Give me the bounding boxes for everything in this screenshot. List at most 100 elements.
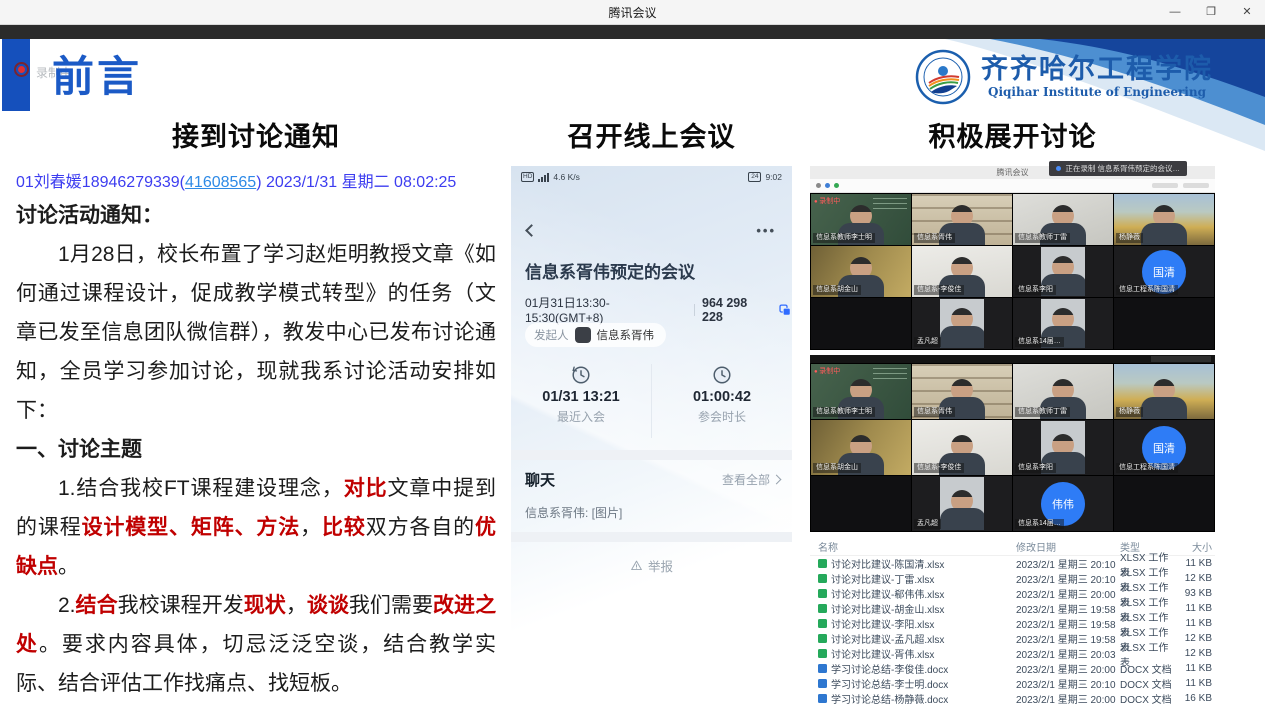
body-paragraph: 一、讨论主题 [16,430,496,469]
video-tile: 信息系李阳 [1013,420,1113,475]
file-name: 学习讨论总结-李俊佳.docx [831,661,948,676]
participant-name-label: 信息工程系陈国清 [1116,285,1178,295]
video-tile: 信息系胡金山 [811,246,911,297]
battery-icon: 24 [748,172,761,182]
participant-name-label: 信息工程系陈国清 [1116,463,1178,473]
notice-body: 讨论活动通知：1月28日，校长布置了学习赵炬明教授文章《如何通过课程设计，促成教… [16,196,496,703]
video-tile: 信息系胥伟 [912,364,1012,419]
mini-window-titlebar: 腾讯会议正在录制 信息系胥伟预定的会议… [810,166,1215,179]
text-segment: 1月28日，校长布置了学习赵炬明教授文章《如何通过课程设计，促成教学模式转型》的… [16,243,496,422]
hd-icon: HD [521,172,534,182]
chat-message: 信息系胥伟: [图片] [525,504,622,521]
participant-silhouette [940,490,984,530]
phone-clock: 9:02 [765,172,782,182]
video-grid: 录制中信息系教师李士明信息系胥伟信息系教师丁雷杨静薇信息系胡金山信息系-李俊佳信… [810,363,1215,532]
file-name-cell: 讨论对比建议-李阳.xlsx [810,616,1016,631]
file-name-cell: 学习讨论总结-杨静薇.docx [810,691,1016,706]
file-row[interactable]: 学习讨论总结-杨静薇.docx2023/2/1 星期三 20:00DOCX 文档… [810,691,1215,706]
participant-name-label: 孟凡超 [914,519,941,529]
participant-silhouette [940,308,984,348]
column1-heading: 接到讨论通知 [16,115,496,154]
text-segment: 我校课程开发 [118,594,244,617]
video-tile: 孟凡超 [912,298,1012,349]
network-speed: 4.6 K/s [553,172,579,182]
close-button[interactable]: ✕ [1239,0,1255,25]
video-tile [811,476,911,531]
column-header[interactable]: 名称 [810,539,1016,554]
file-name-cell: 讨论对比建议-丁雷.xlsx [810,571,1016,586]
report-button[interactable]: 举报 [511,556,792,575]
file-row[interactable]: 学习讨论总结-李士明.docx2023/2/1 星期三 20:10DOCX 文档… [810,676,1215,691]
more-menu-icon[interactable]: ••• [756,223,776,238]
text-segment: 比较 [322,516,366,539]
text-segment: 一、讨论主题 [16,438,142,461]
text-segment: ， [300,516,322,539]
participant-name-label: 杨静薇 [1116,407,1143,417]
column-header[interactable]: 大小 [1178,539,1212,554]
video-tile: 国清信息工程系陈国清 [1114,246,1214,297]
tile-recording-label: 录制中 [814,366,840,376]
minimize-button[interactable]: — [1167,0,1183,25]
body-paragraph: 2.结合我校课程开发现状，谈谈我们需要改进之处。要求内容具体，切忌泛泛空谈，结合… [16,586,496,703]
excel-file-icon [818,589,827,598]
video-tile [1114,476,1214,531]
toolbar-controls-hint [1152,183,1209,188]
video-tile: 杨静薇 [1114,364,1214,419]
window-titlebar: 腾讯会议 — ❐ ✕ [0,0,1265,25]
initiator-avatar [575,327,591,343]
message-meta: 01刘春媛18946279339(41608565) 2023/1/31 星期二… [16,168,496,192]
initiator-label: 发起人 [534,327,569,343]
file-size: 12 KB [1178,648,1212,659]
section-divider [511,532,792,542]
body-paragraph: 1月28日，校长布置了学习赵炬明教授文章《如何通过课程设计，促成教学模式转型》的… [16,235,496,430]
copy-icon[interactable] [778,303,792,317]
file-name: 讨论对比建议-陈国清.xlsx [831,556,944,571]
file-size: 16 KB [1178,693,1212,704]
text-segment: 。 [58,555,79,578]
participant-name-label: 信息系教师丁雷 [1015,233,1070,243]
school-logo: 齐齐哈尔工程学院 Qiqihar Institute of Engineerin… [915,49,1213,105]
file-type: DOCX 文档 [1120,676,1178,691]
column-header[interactable]: 修改日期 [1016,539,1120,554]
maximize-button[interactable]: ❐ [1203,0,1219,25]
column2-heading: 召开线上会议 [511,115,792,154]
video-tile: 信息系14届… [1013,298,1113,349]
video-tile: 录制中信息系教师李士明 [811,194,911,245]
participant-name-label: 杨静薇 [1116,233,1143,243]
school-name-cn: 齐齐哈尔工程学院 [981,55,1213,85]
file-size: 11 KB [1178,663,1212,674]
phone-screenshot: HD 4.6 K/s 24 9:02 ••• 信息系胥伟预定的会议 01月31日… [511,166,792,688]
qq-number-link[interactable]: 41608565 [185,174,256,191]
file-explorer-list: 名称修改日期类型大小讨论对比建议-陈国清.xlsx2023/2/1 星期三 20… [810,538,1215,706]
stat-value: 01:00:42 [693,389,751,405]
initiator-pill: 发起人 信息系胥伟 [525,323,666,347]
view-all-link[interactable]: 查看全部 [722,471,780,488]
video-tile: 杨静薇 [1114,194,1214,245]
text-segment: 结合 [76,594,118,617]
file-row[interactable]: 学习讨论总结-李俊佳.docx2023/2/1 星期三 20:00DOCX 文档… [810,661,1215,676]
video-tile: 孟凡超 [912,476,1012,531]
stat-label: 参会时长 [698,408,746,425]
torso [1141,397,1187,419]
video-tile: 信息系胡金山 [811,420,911,475]
back-icon[interactable] [525,224,538,237]
video-tile: 信息系-李俊佳 [912,246,1012,297]
view-all-label: 查看全部 [722,471,770,488]
text-segment: 设计模型、矩阵、方法 [82,516,301,539]
notification-dot-icon [1056,166,1061,171]
file-size: 93 KB [1178,588,1212,599]
video-tile: 国清信息工程系陈国清 [1114,420,1214,475]
video-tile: 信息系李阳 [1013,246,1113,297]
portrait-video-strip [940,299,984,348]
video-tile: 信息系教师丁雷 [1013,194,1113,245]
warning-triangle-icon [630,559,643,572]
file-row[interactable]: 讨论对比建议-胥伟.xlsx2023/2/1 星期三 20:03XLSX 工作表… [810,646,1215,661]
initiator-name: 信息系胥伟 [597,327,655,343]
participant-silhouette [1138,379,1190,419]
sender-info: 01刘春媛18946279339( [16,174,185,191]
file-name-cell: 学习讨论总结-李士明.docx [810,676,1016,691]
text-segment: 2. [58,594,76,617]
signal-icon [538,173,549,182]
notification-text: 正在录制 信息系胥伟预定的会议… [1065,161,1180,176]
file-name-cell: 讨论对比建议-郗伟伟.xlsx [810,586,1016,601]
